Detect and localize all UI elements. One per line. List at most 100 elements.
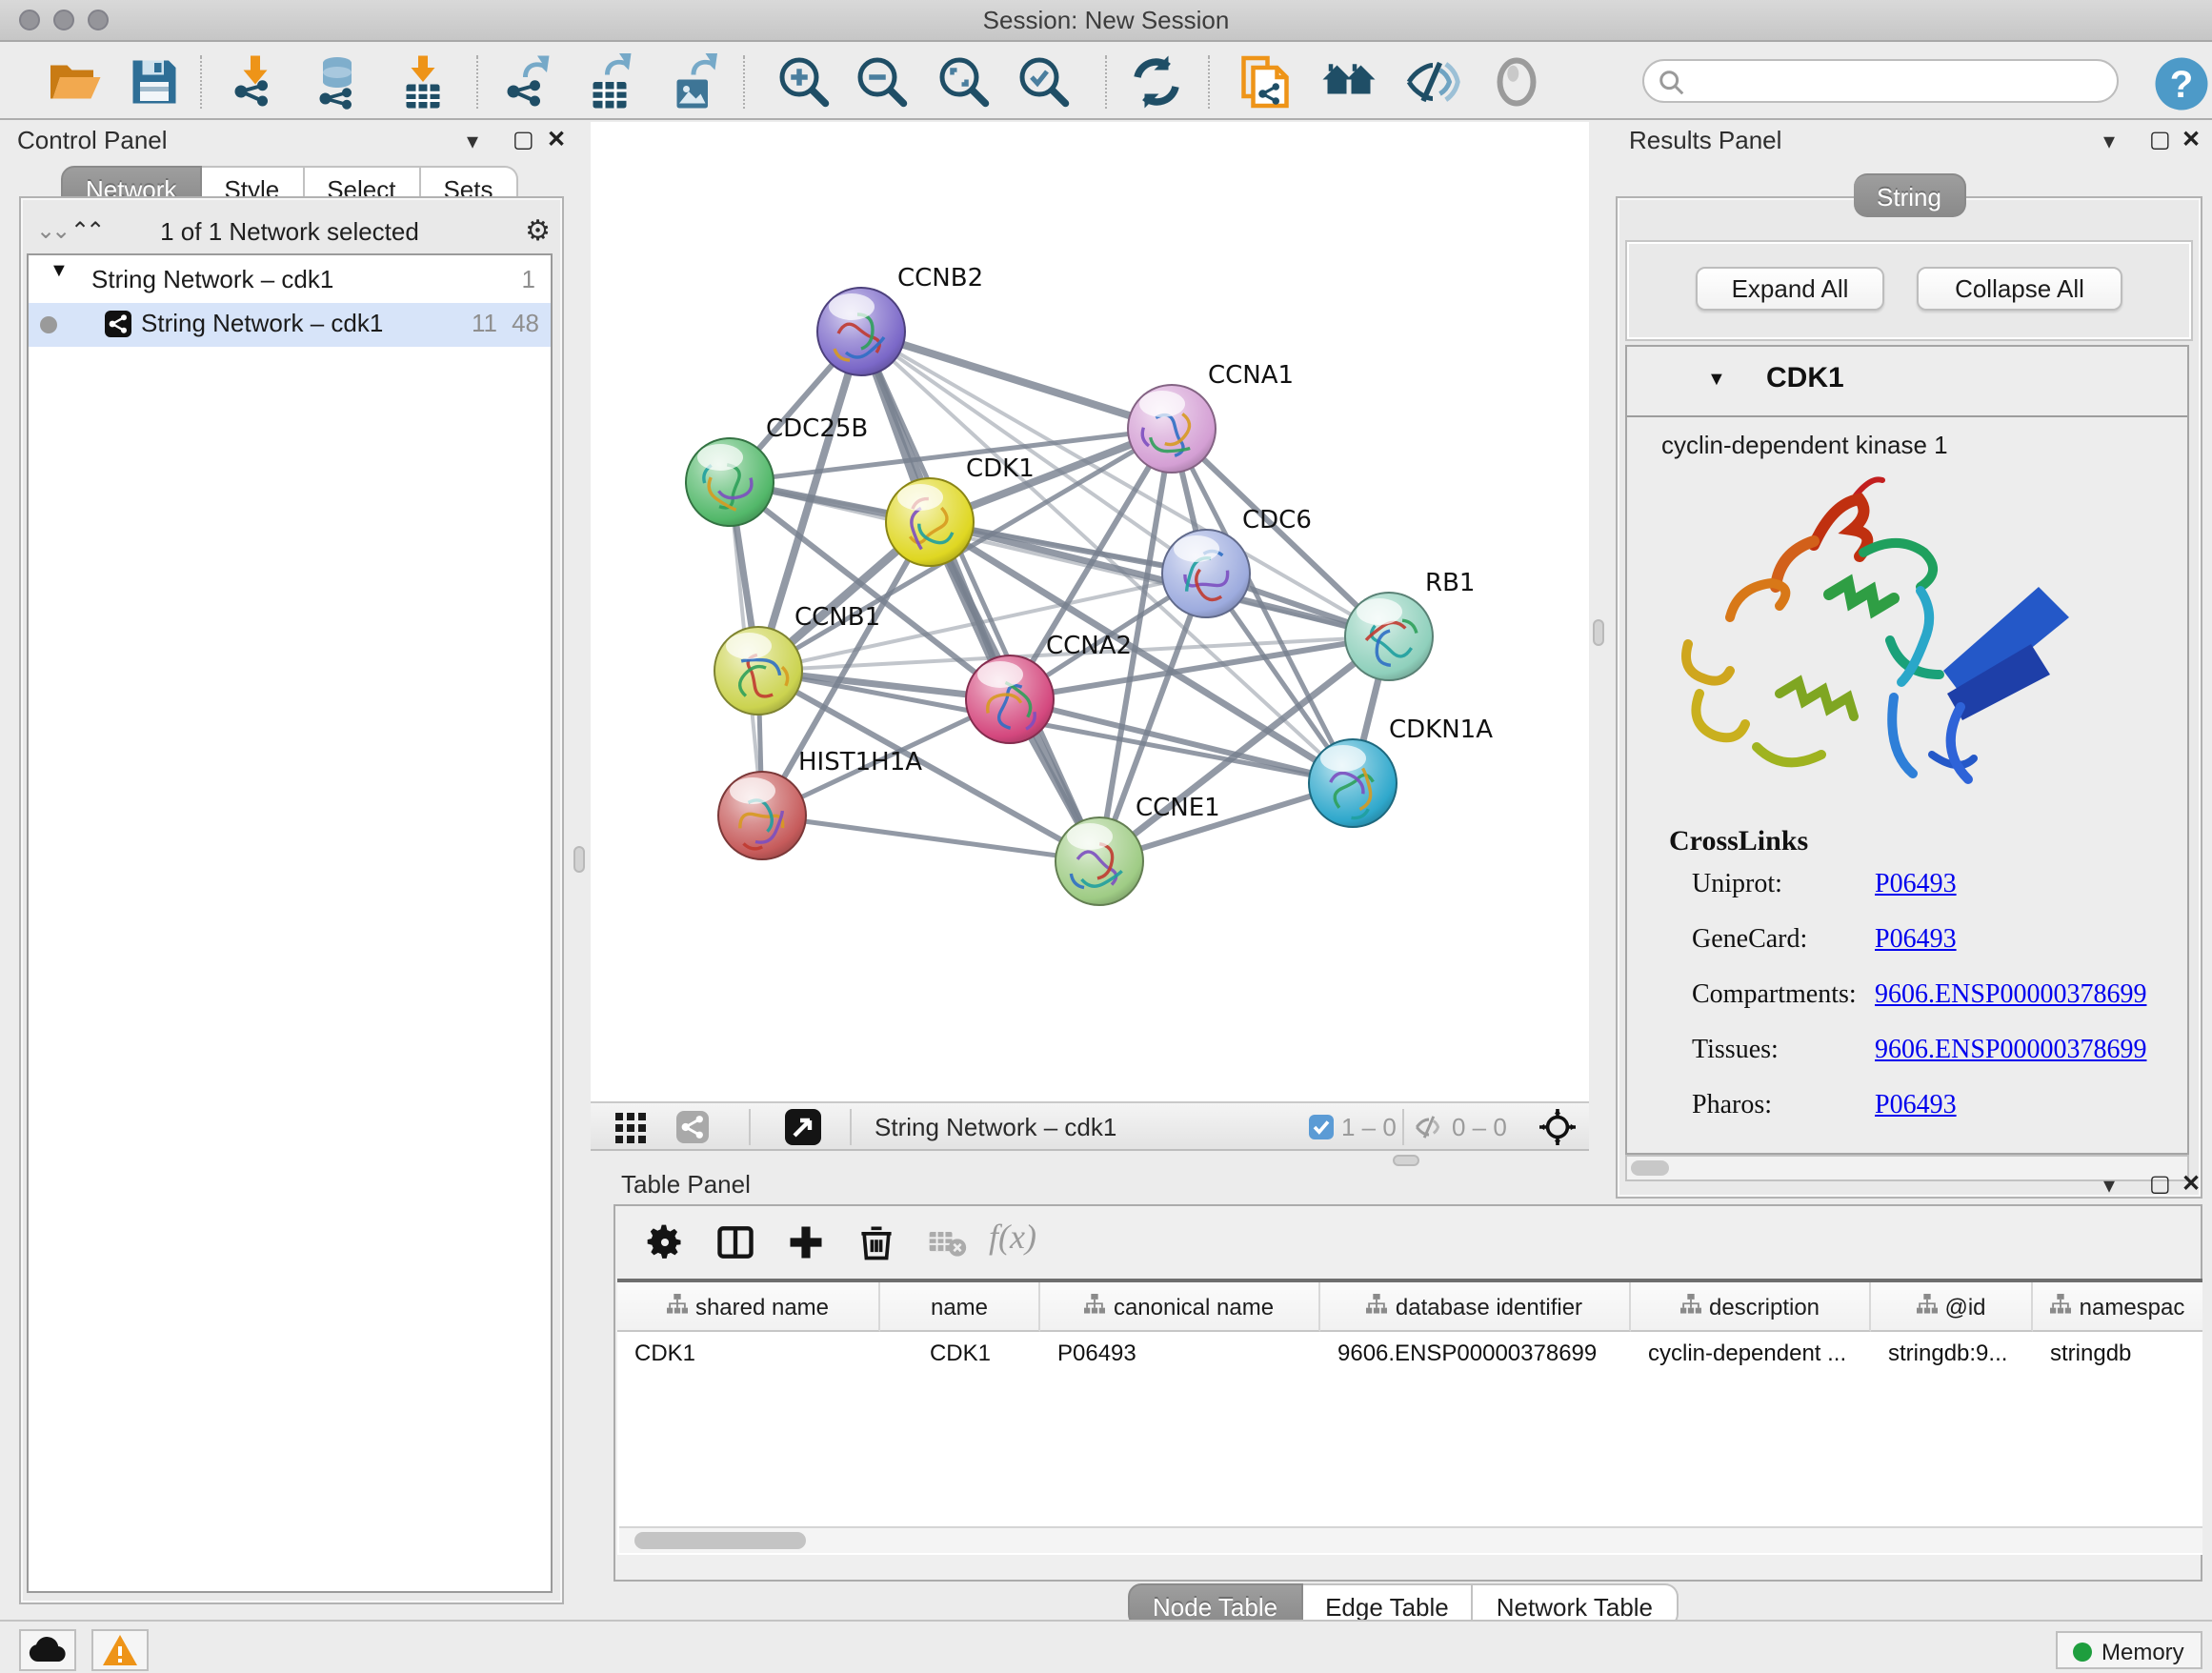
hidden-items-eye-icon[interactable]	[1414, 1113, 1444, 1151]
toolbar-divider	[743, 55, 745, 109]
homes-icon[interactable]	[1320, 53, 1377, 111]
network-canvas[interactable]: CCNB2CCNA1CDC25BCDK1CDC6RB1CCNB1CCNA2CDK…	[591, 122, 1589, 1101]
title-bar: Session: New Session	[0, 0, 2212, 42]
network-row-selected[interactable]: String Network – cdk1 11 48	[29, 303, 551, 347]
network-options-gear-icon[interactable]: ⚙	[525, 213, 551, 248]
table-cell[interactable]: stringdb	[2033, 1332, 2202, 1374]
zoom-in-icon[interactable]	[775, 53, 833, 111]
cloud-button[interactable]	[19, 1629, 76, 1671]
crosslink-row: Tissues:9606.ENSP00000378699	[1692, 1037, 2168, 1067]
grid-view-icon[interactable]	[615, 1113, 646, 1153]
crosslink-link[interactable]: 9606.ENSP00000378699	[1875, 981, 2146, 1012]
crosslink-link[interactable]: 9606.ENSP00000378699	[1875, 1037, 2146, 1067]
export-image-icon[interactable]	[665, 53, 722, 111]
column-type-icon	[1367, 1293, 1388, 1320]
tab-string[interactable]: String	[1854, 173, 1966, 217]
function-builder-fx-disabled: f(x)	[989, 1218, 1036, 1258]
control-panel-float-icon[interactable]: ▢	[513, 126, 534, 152]
network-node-ccnb1[interactable]: CCNB1	[714, 603, 880, 715]
string-network-graph[interactable]: CCNB2CCNA1CDC25BCDK1CDC6RB1CCNB1CCNA2CDK…	[591, 122, 1589, 1101]
table-cell[interactable]: stringdb:9...	[1871, 1332, 2033, 1374]
search-input[interactable]	[1690, 63, 2107, 103]
column-header-description[interactable]: description	[1631, 1282, 1871, 1332]
network-node-rb1[interactable]: RB1	[1345, 569, 1475, 680]
network-node-ccne1[interactable]: CCNE1	[1056, 794, 1220, 905]
collection-expand-arrow-icon[interactable]: ▼	[50, 261, 69, 282]
memory-button[interactable]: Memory	[2056, 1631, 2202, 1669]
search-field[interactable]	[1642, 59, 2119, 103]
crosslink-link[interactable]: P06493	[1875, 926, 1957, 957]
column-header-canonical-name[interactable]: canonical name	[1040, 1282, 1320, 1332]
crosslink-link[interactable]: P06493	[1875, 871, 1957, 901]
delete-column-trash-icon[interactable]	[855, 1221, 897, 1263]
control-panel-close-icon[interactable]: ✕	[547, 126, 566, 152]
network-node-cdkn1a[interactable]: CDKN1A	[1309, 716, 1493, 827]
network-type-icon	[105, 311, 131, 337]
zoom-fit-icon[interactable]	[935, 53, 993, 111]
network-node-ccna1[interactable]: CCNA1	[1128, 361, 1294, 473]
show-all-eye-icon[interactable]	[1488, 53, 1545, 111]
share-document-icon[interactable]	[1237, 53, 1294, 111]
import-network-database-icon[interactable]	[309, 53, 366, 111]
network-edge[interactable]	[861, 332, 1172, 429]
zoom-out-icon[interactable]	[854, 53, 911, 111]
right-splitter-handle[interactable]	[1593, 619, 1604, 646]
column-header-namespac[interactable]: namespac	[2033, 1282, 2202, 1332]
results-panel-float-icon[interactable]: ▢	[2149, 126, 2171, 152]
column-header-label: @id	[1944, 1293, 1985, 1320]
table-cell[interactable]: CDK1	[880, 1332, 1040, 1374]
table-hscrollbar[interactable]	[619, 1526, 2202, 1553]
node-label: CDC25B	[766, 414, 868, 443]
column-header-database-identifier[interactable]: database identifier	[1320, 1282, 1631, 1332]
network-node-hist1h1a[interactable]: HIST1H1A	[718, 748, 922, 859]
control-panel-menu-arrow-icon[interactable]: ▾	[467, 128, 478, 154]
table-cell[interactable]: P06493	[1040, 1332, 1320, 1374]
hide-unhide-icon[interactable]	[1404, 53, 1461, 111]
results-hscroll-thumb[interactable]	[1631, 1160, 1669, 1176]
bottom-splitter-handle[interactable]	[1393, 1155, 1419, 1166]
fit-content-crosshair-icon[interactable]	[1539, 1109, 1576, 1155]
table-panel-float-icon[interactable]: ▢	[2149, 1170, 2171, 1197]
selected-nodes-checkbox-icon[interactable]	[1309, 1115, 1334, 1139]
collapse-all-button[interactable]: Collapse All	[1917, 267, 2122, 311]
network-share-view-icon[interactable]	[676, 1111, 709, 1143]
column-header--id[interactable]: @id	[1871, 1282, 2033, 1332]
zoom-selected-icon[interactable]	[1016, 53, 1073, 111]
table-cell[interactable]: 9606.ENSP00000378699	[1320, 1332, 1631, 1374]
protein-card-header[interactable]: ▼ CDK1	[1627, 347, 2187, 417]
column-header-name[interactable]: name	[880, 1282, 1040, 1332]
expand-all-button[interactable]: Expand All	[1696, 267, 1884, 311]
export-network-icon[interactable]	[499, 53, 556, 111]
protein-collapse-arrow-icon[interactable]: ▼	[1707, 370, 1726, 391]
table-cell[interactable]: CDK1	[617, 1332, 880, 1374]
export-table-icon[interactable]	[581, 53, 638, 111]
show-column-panel-icon[interactable]	[714, 1221, 756, 1263]
window-title: Session: New Session	[0, 6, 2212, 34]
results-panel-menu-arrow-icon[interactable]: ▾	[2103, 128, 2115, 154]
crosslink-link[interactable]: P06493	[1875, 1092, 1957, 1122]
open-session-icon[interactable]	[46, 53, 103, 111]
create-column-plus-icon[interactable]	[785, 1221, 827, 1263]
network-list: ▼ String Network – cdk1 1 String Network…	[27, 253, 553, 1593]
results-panel-close-icon[interactable]: ✕	[2182, 126, 2201, 152]
column-header-shared-name[interactable]: shared name	[617, 1282, 880, 1332]
import-network-file-icon[interactable]	[227, 53, 284, 111]
crosslink-label: Uniprot:	[1692, 871, 1782, 899]
network-edge[interactable]	[762, 816, 1099, 861]
network-status-dot-icon	[40, 316, 57, 333]
help-icon[interactable]: ?	[2153, 55, 2210, 112]
table-settings-gear-icon[interactable]	[644, 1221, 686, 1263]
birds-eye-view-icon[interactable]	[785, 1109, 821, 1145]
table-cell[interactable]: cyclin-dependent ...	[1631, 1332, 1871, 1374]
refresh-layout-icon[interactable]	[1128, 53, 1185, 111]
table-hscroll-thumb[interactable]	[634, 1532, 806, 1549]
warning-button[interactable]	[91, 1629, 149, 1671]
node-label: CDKN1A	[1389, 716, 1493, 744]
table-panel-close-icon[interactable]: ✕	[2182, 1170, 2201, 1197]
network-collection-row[interactable]: ▼ String Network – cdk1 1	[29, 261, 551, 303]
import-table-file-icon[interactable]	[394, 53, 452, 111]
save-session-icon[interactable]	[126, 53, 183, 111]
left-splitter-handle[interactable]	[573, 846, 585, 873]
column-type-icon	[2051, 1293, 2072, 1320]
table-panel-menu-arrow-icon[interactable]: ▾	[2103, 1172, 2115, 1199]
